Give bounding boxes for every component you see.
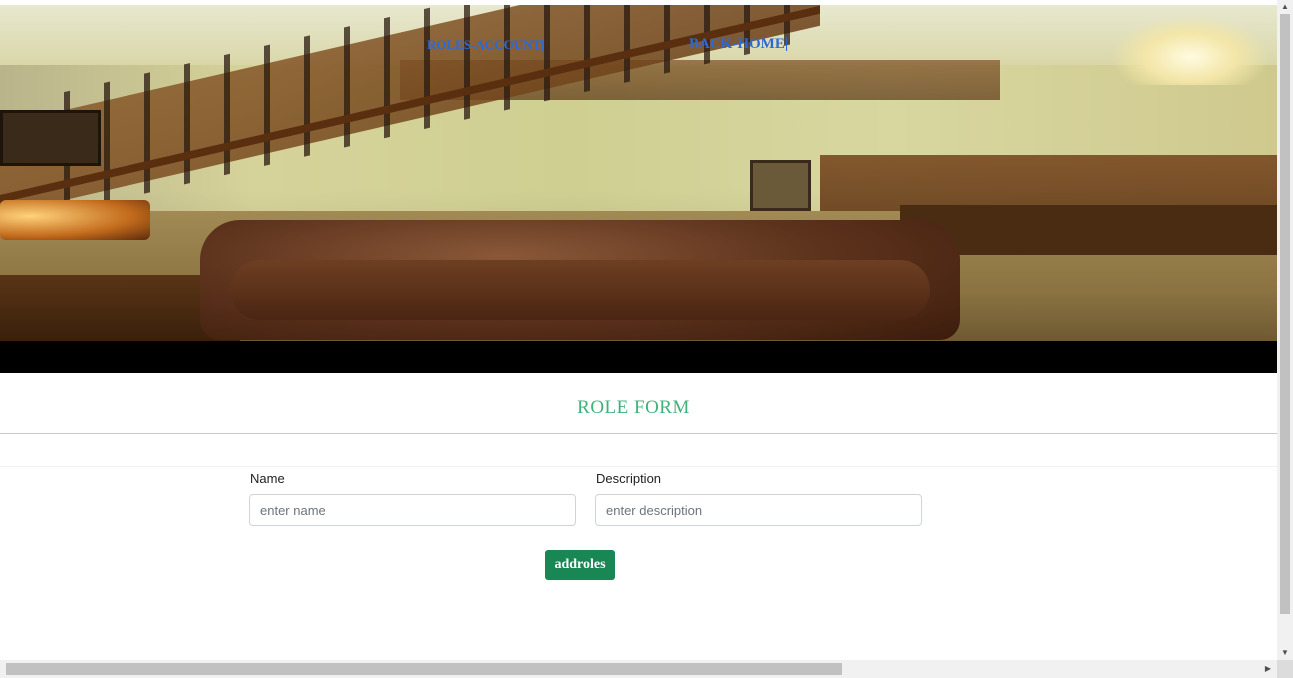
page-title: ROLE FORM — [577, 397, 690, 418]
leather-sofa-seat — [230, 260, 930, 320]
form-divider — [0, 466, 1277, 467]
scrollbar-corner — [1277, 660, 1293, 678]
horizontal-scrollbar-thumb[interactable] — [6, 663, 842, 675]
description-input[interactable] — [595, 494, 922, 526]
scroll-right-icon[interactable]: ▶ — [1259, 660, 1277, 678]
hero-bottom-band — [0, 341, 1277, 373]
vertical-scrollbar-thumb[interactable] — [1280, 14, 1290, 614]
add-roles-button[interactable]: addroles — [545, 550, 615, 580]
scroll-down-icon[interactable]: ▼ — [1277, 646, 1293, 660]
name-input[interactable] — [249, 494, 576, 526]
name-label: Name — [250, 471, 285, 486]
hero-banner-image: ROLES-ACCOUNT| BACK-HOME| — [0, 5, 1277, 341]
nav-link-roles-account[interactable]: ROLES-ACCOUNT| — [427, 37, 544, 53]
nav-link-back-home[interactable]: BACK-HOME| — [689, 36, 788, 53]
title-divider — [0, 433, 1277, 434]
horizontal-scrollbar[interactable]: ▶ — [0, 660, 1277, 678]
chandelier — [1110, 15, 1270, 85]
vertical-scrollbar[interactable]: ▲ ▼ — [1277, 0, 1293, 660]
table-lamp — [0, 200, 150, 240]
wall-picture-frame — [0, 110, 101, 166]
scroll-up-icon[interactable]: ▲ — [1277, 0, 1293, 14]
description-label: Description — [596, 471, 662, 486]
wall-picture-frame-small — [750, 160, 811, 211]
